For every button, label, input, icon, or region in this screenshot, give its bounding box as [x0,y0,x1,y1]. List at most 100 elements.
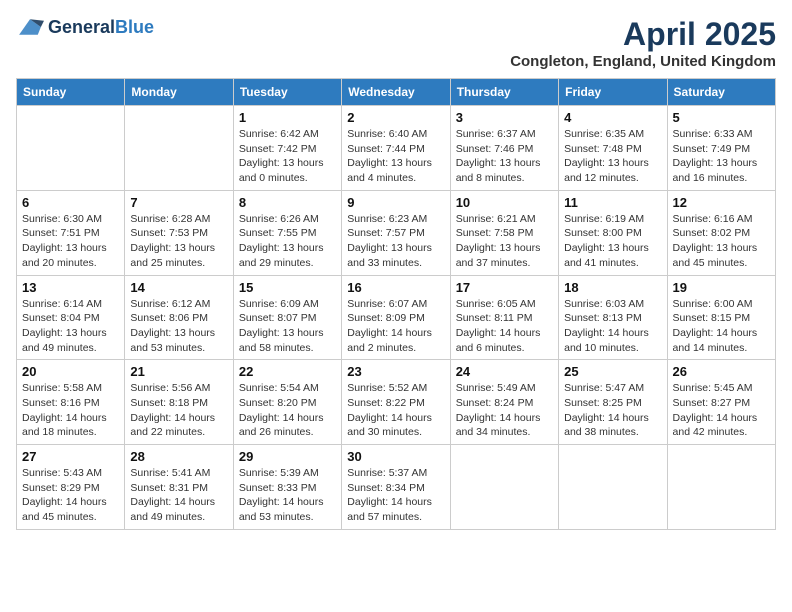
day-info: Sunrise: 6:23 AM Sunset: 7:57 PM Dayligh… [347,212,444,271]
day-info: Sunrise: 6:12 AM Sunset: 8:06 PM Dayligh… [130,297,227,356]
logo: GeneralBlue [16,16,154,38]
calendar-cell: 16 Sunrise: 6:07 AM Sunset: 8:09 PM Dayli… [342,275,450,360]
title-block: April 2025 Congleton, England, United Ki… [510,16,776,70]
day-of-week-header: Wednesday [342,79,450,106]
day-info: Sunrise: 6:35 AM Sunset: 7:48 PM Dayligh… [564,127,661,186]
calendar-cell: 24 Sunrise: 5:49 AM Sunset: 8:24 PM Dayli… [450,360,558,445]
day-info: Sunrise: 6:00 AM Sunset: 8:15 PM Dayligh… [673,297,770,356]
day-info: Sunrise: 5:49 AM Sunset: 8:24 PM Dayligh… [456,381,553,440]
day-info: Sunrise: 6:42 AM Sunset: 7:42 PM Dayligh… [239,127,336,186]
day-info: Sunrise: 5:43 AM Sunset: 8:29 PM Dayligh… [22,466,119,525]
day-info: Sunrise: 6:19 AM Sunset: 8:00 PM Dayligh… [564,212,661,271]
day-info: Sunrise: 6:09 AM Sunset: 8:07 PM Dayligh… [239,297,336,356]
calendar-table: SundayMondayTuesdayWednesdayThursdayFrid… [16,78,776,530]
day-number: 24 [456,364,553,379]
day-info: Sunrise: 5:47 AM Sunset: 8:25 PM Dayligh… [564,381,661,440]
day-info: Sunrise: 6:07 AM Sunset: 8:09 PM Dayligh… [347,297,444,356]
day-number: 13 [22,280,119,295]
calendar-cell [17,106,125,191]
calendar-cell: 9 Sunrise: 6:23 AM Sunset: 7:57 PM Daylig… [342,190,450,275]
location-title: Congleton, England, United Kingdom [510,53,776,70]
day-info: Sunrise: 5:37 AM Sunset: 8:34 PM Dayligh… [347,466,444,525]
day-number: 10 [456,195,553,210]
day-number: 6 [22,195,119,210]
calendar-cell: 25 Sunrise: 5:47 AM Sunset: 8:25 PM Dayli… [559,360,667,445]
day-number: 8 [239,195,336,210]
day-of-week-header: Tuesday [233,79,341,106]
calendar-cell: 21Sunrise: 5:56 AM Sunset: 8:18 PM Dayli… [125,360,233,445]
calendar-cell: 26 Sunrise: 5:45 AM Sunset: 8:27 PM Dayli… [667,360,775,445]
day-info: Sunrise: 5:56 AM Sunset: 8:18 PM Dayligh… [130,381,227,440]
day-number: 25 [564,364,661,379]
day-number: 1 [239,110,336,125]
day-info: Sunrise: 5:41 AM Sunset: 8:31 PM Dayligh… [130,466,227,525]
day-info: Sunrise: 5:52 AM Sunset: 8:22 PM Dayligh… [347,381,444,440]
calendar-cell: 28Sunrise: 5:41 AM Sunset: 8:31 PM Dayli… [125,445,233,530]
day-info: Sunrise: 6:37 AM Sunset: 7:46 PM Dayligh… [456,127,553,186]
day-number: 16 [347,280,444,295]
calendar-cell: 7 Sunrise: 6:28 AM Sunset: 7:53 PM Daylig… [125,190,233,275]
day-of-week-header: Thursday [450,79,558,106]
day-number: 9 [347,195,444,210]
day-of-week-header: Friday [559,79,667,106]
calendar-cell: 12 Sunrise: 6:16 AM Sunset: 8:02 PM Dayli… [667,190,775,275]
day-number: 14 [130,280,227,295]
calendar-cell [450,445,558,530]
day-number: 22 [239,364,336,379]
day-number: 30 [347,449,444,464]
calendar-cell: 1 Sunrise: 6:42 AM Sunset: 7:42 PM Daylig… [233,106,341,191]
day-info: Sunrise: 5:58 AM Sunset: 8:16 PM Dayligh… [22,381,119,440]
day-of-week-header: Monday [125,79,233,106]
calendar-cell: 4 Sunrise: 6:35 AM Sunset: 7:48 PM Daylig… [559,106,667,191]
calendar-cell: 14 Sunrise: 6:12 AM Sunset: 8:06 PM Dayli… [125,275,233,360]
day-info: Sunrise: 6:21 AM Sunset: 7:58 PM Dayligh… [456,212,553,271]
calendar-cell: 2 Sunrise: 6:40 AM Sunset: 7:44 PM Daylig… [342,106,450,191]
day-info: Sunrise: 6:14 AM Sunset: 8:04 PM Dayligh… [22,297,119,356]
calendar-cell: 29 Sunrise: 5:39 AM Sunset: 8:33 PM Dayli… [233,445,341,530]
calendar-cell: 27Sunrise: 5:43 AM Sunset: 8:29 PM Dayli… [17,445,125,530]
day-info: Sunrise: 6:26 AM Sunset: 7:55 PM Dayligh… [239,212,336,271]
day-info: Sunrise: 5:45 AM Sunset: 8:27 PM Dayligh… [673,381,770,440]
day-number: 26 [673,364,770,379]
day-info: Sunrise: 5:54 AM Sunset: 8:20 PM Dayligh… [239,381,336,440]
calendar-cell: 6Sunrise: 6:30 AM Sunset: 7:51 PM Daylig… [17,190,125,275]
month-title: April 2025 [510,16,776,53]
calendar-cell [667,445,775,530]
day-info: Sunrise: 6:05 AM Sunset: 8:11 PM Dayligh… [456,297,553,356]
calendar-cell: 10 Sunrise: 6:21 AM Sunset: 7:58 PM Dayli… [450,190,558,275]
day-info: Sunrise: 6:03 AM Sunset: 8:13 PM Dayligh… [564,297,661,356]
calendar-cell: 30 Sunrise: 5:37 AM Sunset: 8:34 PM Dayli… [342,445,450,530]
day-info: Sunrise: 5:39 AM Sunset: 8:33 PM Dayligh… [239,466,336,525]
calendar-cell: 17 Sunrise: 6:05 AM Sunset: 8:11 PM Dayli… [450,275,558,360]
day-info: Sunrise: 6:40 AM Sunset: 7:44 PM Dayligh… [347,127,444,186]
day-info: Sunrise: 6:33 AM Sunset: 7:49 PM Dayligh… [673,127,770,186]
day-number: 5 [673,110,770,125]
day-number: 19 [673,280,770,295]
calendar-cell: 22 Sunrise: 5:54 AM Sunset: 8:20 PM Dayli… [233,360,341,445]
day-of-week-header: Saturday [667,79,775,106]
day-number: 17 [456,280,553,295]
day-info: Sunrise: 6:28 AM Sunset: 7:53 PM Dayligh… [130,212,227,271]
day-number: 18 [564,280,661,295]
day-of-week-header: Sunday [17,79,125,106]
day-number: 4 [564,110,661,125]
calendar-cell: 3 Sunrise: 6:37 AM Sunset: 7:46 PM Daylig… [450,106,558,191]
logo-general-text: GeneralBlue [48,17,154,38]
calendar-cell: 20 Sunrise: 5:58 AM Sunset: 8:16 PM Dayli… [17,360,125,445]
day-number: 12 [673,195,770,210]
calendar-cell: 8 Sunrise: 6:26 AM Sunset: 7:55 PM Daylig… [233,190,341,275]
calendar-cell: 18 Sunrise: 6:03 AM Sunset: 8:13 PM Dayli… [559,275,667,360]
day-number: 7 [130,195,227,210]
day-number: 29 [239,449,336,464]
calendar-cell: 19 Sunrise: 6:00 AM Sunset: 8:15 PM Dayli… [667,275,775,360]
logo-icon [16,16,44,38]
calendar-cell: 15Sunrise: 6:09 AM Sunset: 8:07 PM Dayli… [233,275,341,360]
day-number: 2 [347,110,444,125]
day-number: 20 [22,364,119,379]
day-info: Sunrise: 6:16 AM Sunset: 8:02 PM Dayligh… [673,212,770,271]
calendar-cell [125,106,233,191]
calendar-cell: 5 Sunrise: 6:33 AM Sunset: 7:49 PM Daylig… [667,106,775,191]
day-number: 3 [456,110,553,125]
calendar-cell [559,445,667,530]
calendar-cell: 11Sunrise: 6:19 AM Sunset: 8:00 PM Dayli… [559,190,667,275]
